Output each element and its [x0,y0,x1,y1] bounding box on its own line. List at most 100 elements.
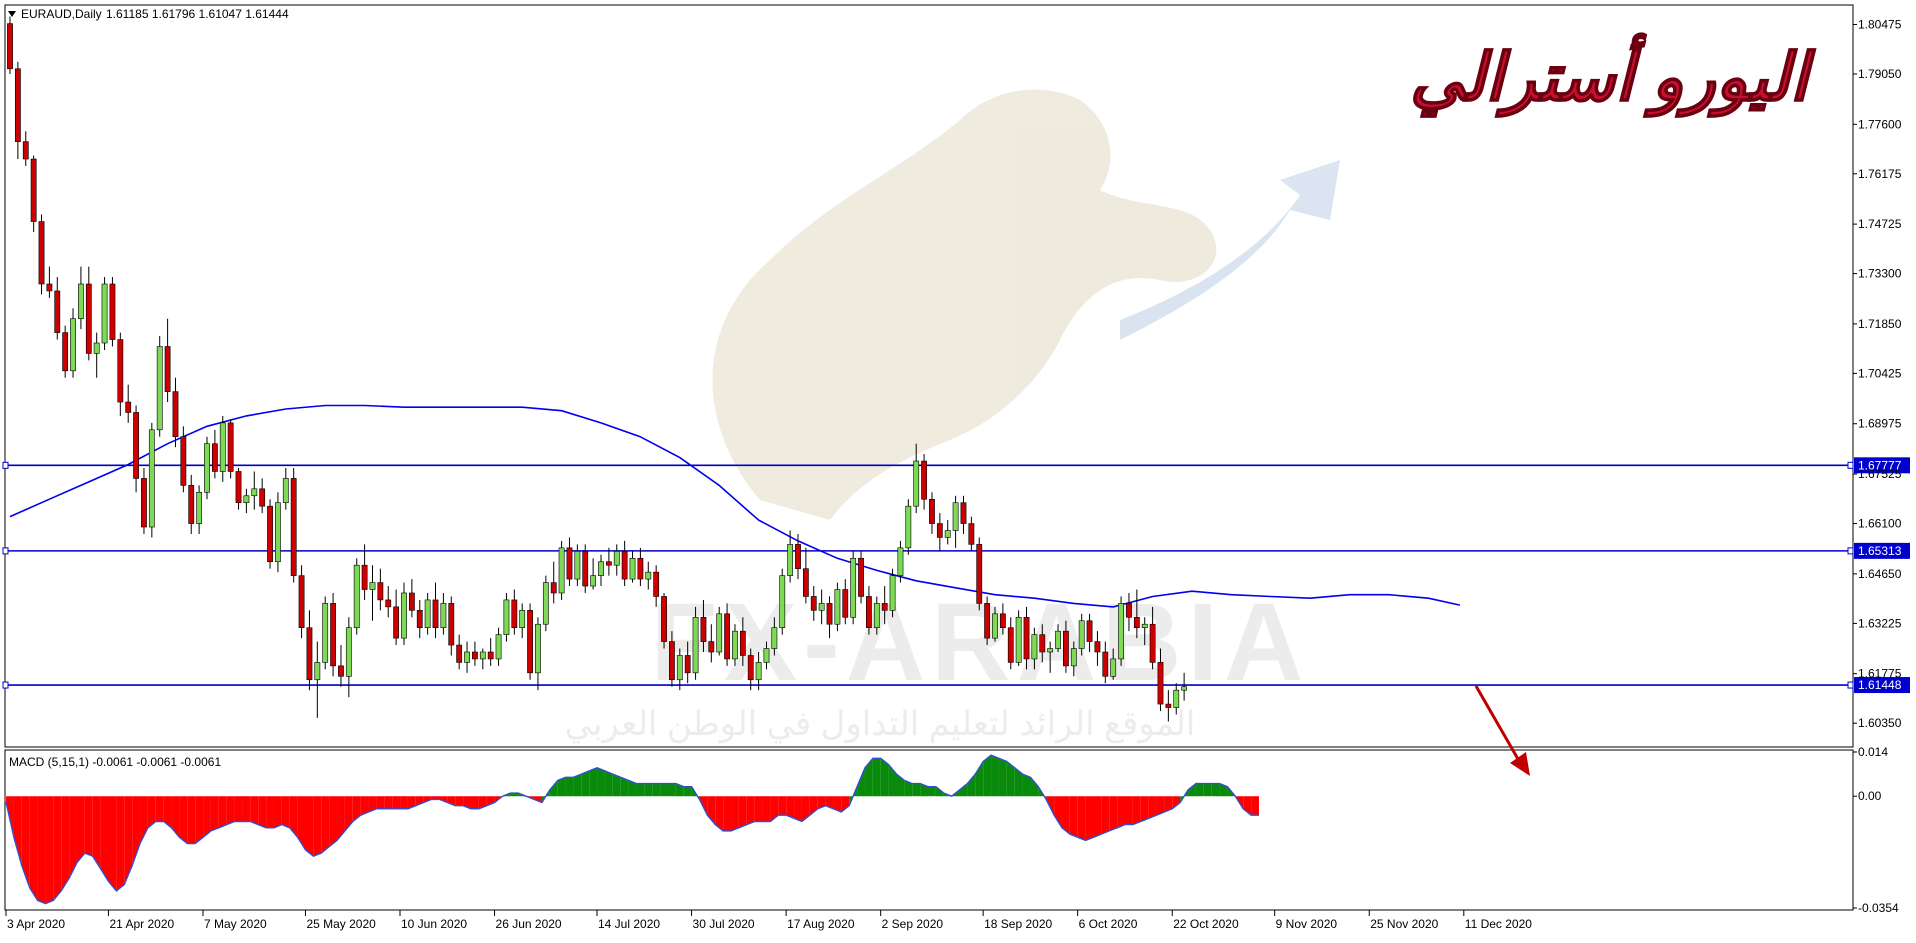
macd-bar [872,758,881,797]
candle-body [850,557,857,618]
macd-panel[interactable] [4,749,1854,911]
price-tick-label: 1.74725 [1858,217,1902,231]
macd-tick-label: 0.014 [1858,745,1888,759]
candle-body [795,544,801,569]
candle-body [1133,616,1140,628]
price-tick-label: 1.61775 [1858,667,1902,681]
macd-bar [998,758,1007,797]
candle-body [259,488,266,507]
level-handle-left [2,681,9,689]
candle-body [62,332,69,372]
candle-body [960,502,967,524]
candle-body [440,603,447,628]
candle-body [156,346,163,431]
candle-body [889,575,896,611]
price-tick-label: 1.68975 [1858,417,1902,431]
macd-label: MACD (5,15,1) -0.0061 -0.0061 -0.0061 [9,755,221,769]
candle-body [464,651,470,663]
candle-body [637,557,644,580]
macd-bar [1125,796,1133,825]
candle-body [700,616,707,642]
macd-bar [100,796,109,882]
macd-bar [226,796,235,825]
candle-body [472,651,478,660]
candle-body [125,401,132,413]
time-tick-label: 25 Nov 2020 [1370,917,1438,931]
candle-body [787,544,794,576]
candle-body [85,283,92,354]
time-tick-label: 10 Jun 2020 [401,917,467,931]
candle-body [432,599,439,628]
macd-bar [565,777,574,797]
time-tick-label: 25 May 2020 [306,917,376,931]
candle-body [196,492,203,524]
macd-bar [604,770,613,797]
macd-bar [589,767,598,797]
candle-body [881,603,888,611]
candle-body [330,603,336,667]
price-tick-label: 1.76175 [1858,167,1902,181]
price-tick-label: 1.77600 [1858,117,1902,131]
candle-body [1007,627,1014,663]
watermark-tagline: الموقع الرائد لتعليم التداول في الوطن ال… [565,705,1196,744]
candle-body [345,627,352,677]
time-tick-label: 17 Aug 2020 [787,917,855,931]
candle-body [369,582,376,590]
candle-body [873,603,880,628]
candle-body [858,557,864,597]
candle-body [141,478,147,528]
macd-tick-label: 0.00 [1858,789,1882,803]
candle-body [866,596,872,628]
price-axis: 1.80475 1.79050 1.77600 1.76175 1.74725 1.733… [1853,17,1902,730]
candle-body [763,648,770,663]
candle-body [669,641,675,681]
macd-bar [329,796,338,847]
candle-body [802,568,809,597]
macd-tick-label: -0.0354 [1858,901,1899,915]
candle-body [645,571,652,580]
candle-body [1157,662,1164,705]
macd-bar [250,796,259,825]
candle-body [976,544,983,604]
candle-body [117,339,124,403]
macd-bar [392,796,401,809]
candle-body [1086,620,1093,642]
macd-bar [234,796,243,822]
chart-svg[interactable]: FX-ARABIA الموقع الرائد لتعليم التداول ف… [0,0,1916,938]
candle-body [298,575,305,628]
chart-window[interactable]: FX-ARABIA الموقع الرائد لتعليم التداول ف… [0,0,1916,938]
candle-body [1149,623,1156,663]
candle-body [779,575,786,628]
macd-bar [1101,796,1110,835]
candle-body [1141,623,1148,628]
candle-body [992,613,998,639]
candle-body [661,596,667,642]
candle-body [133,412,139,479]
macd-bar [29,796,38,901]
candle-body [385,599,392,608]
macd-bar [1117,796,1126,828]
macd-bar [1093,796,1102,838]
candle-body [251,488,258,497]
macd-bar [273,796,282,828]
candle-body [306,627,313,681]
macd-bar [281,796,290,828]
header-ohlc: 1.61185 1.61796 1.61047 1.61444 [106,7,289,21]
macd-axis: 0.014 0.00 -0.0354 [1853,745,1899,915]
macd-bar [644,783,653,797]
time-tick-label: 21 Apr 2020 [109,917,174,931]
level-price-label: 1.65313 [1858,544,1902,558]
candle-body [826,603,833,625]
level-handle-right [1847,461,1854,469]
time-tick-label: 9 Nov 2020 [1276,917,1338,931]
candle-body [22,141,29,160]
candle-body [952,502,959,531]
candle-body [1023,616,1030,660]
candle-body [322,603,329,663]
macd-bar [76,796,85,863]
macd-bar [210,796,219,831]
macd-bar [912,783,921,797]
macd-bar [597,767,605,797]
candle-body [1126,603,1132,618]
candle-body [897,547,904,576]
